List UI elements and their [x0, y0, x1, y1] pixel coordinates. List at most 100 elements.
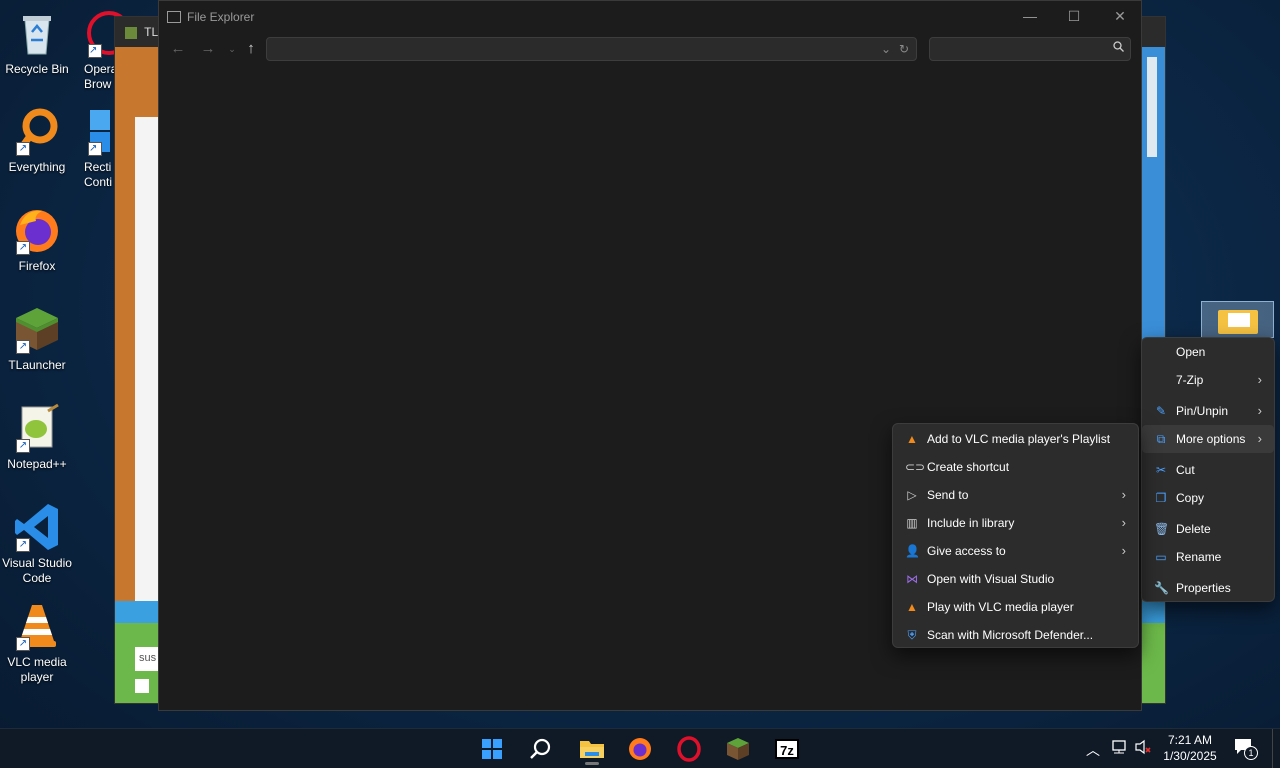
desktop-icon-vscode[interactable]: ↗ Visual Studio Code	[0, 502, 74, 586]
desktop-icon-label: Notepad++	[7, 457, 67, 471]
taskbar-7zip[interactable]: 7z	[769, 733, 805, 765]
desktop-icon-tlauncher[interactable]: ↗ TLauncher	[0, 304, 74, 373]
vlc-icon: ▲	[906, 600, 918, 614]
wrench-icon: 🔧	[1154, 581, 1169, 595]
folder-icon	[1218, 310, 1258, 334]
menu-item-pin-unpin[interactable]: ✎ Pin/Unpin ›	[1142, 397, 1274, 425]
submenu-item-open-with-visual-studio[interactable]: ⋈ Open with Visual Studio	[893, 565, 1138, 593]
menu-item-copy[interactable]: ❐ Copy	[1142, 484, 1274, 512]
recycle-bin-icon	[12, 8, 62, 58]
background-checkbox[interactable]	[135, 679, 149, 693]
search-input[interactable]	[929, 37, 1131, 61]
submenu-item-play-with-vlc[interactable]: ▲ Play with VLC media player	[893, 593, 1138, 621]
desktop-icon-vlc[interactable]: ↗ VLC media player	[0, 601, 74, 685]
vlc-icon: ▲	[906, 432, 918, 446]
shortcut-arrow-icon: ↗	[88, 142, 102, 156]
taskbar-firefox[interactable]	[622, 733, 658, 765]
menu-item-label: Open	[1176, 345, 1206, 359]
chevron-right-icon: ›	[1257, 431, 1262, 446]
submenu-item-include-in-library[interactable]: ▥ Include in library ›	[893, 509, 1138, 537]
menu-item-label: Play with VLC media player	[927, 600, 1074, 614]
menu-item-label: Create shortcut	[927, 460, 1010, 474]
menu-item-label: Delete	[1176, 522, 1211, 536]
menu-item-label: Scan with Microsoft Defender...	[927, 628, 1094, 642]
address-chevron-down-icon[interactable]: ⌄	[878, 40, 894, 58]
vlc-icon: ↗	[12, 601, 62, 651]
selected-file-thumbnail[interactable]	[1201, 301, 1274, 338]
menu-item-label: Pin/Unpin	[1176, 404, 1229, 418]
notification-count-badge: 1	[1244, 746, 1258, 760]
more-options-submenu: ▲ Add to VLC media player's Playlist ⊂⊃ …	[892, 423, 1139, 648]
menu-item-label: Include in library	[927, 516, 1015, 530]
system-clock[interactable]: 7:21 AM 1/30/2025	[1150, 732, 1230, 764]
shortcut-arrow-icon: ↗	[16, 538, 30, 552]
shortcut-arrow-icon: ↗	[16, 142, 30, 156]
taskbar-opera[interactable]	[671, 733, 707, 765]
shortcut-arrow-icon: ↗	[16, 637, 30, 651]
search-icon	[530, 738, 551, 759]
chevron-right-icon: ›	[1257, 372, 1262, 387]
tlauncher-small-icon	[125, 26, 137, 39]
show-desktop-button[interactable]	[1272, 729, 1280, 768]
menu-item-label: Copy	[1176, 491, 1205, 505]
desktop-icon-recycle-bin[interactable]: Recycle Bin	[0, 8, 74, 77]
up-arrow-icon[interactable]: ↑	[240, 38, 262, 60]
opera-icon	[677, 736, 701, 762]
desktop-icon-firefox[interactable]: ↗ Firefox	[0, 205, 74, 274]
notification-center-button[interactable]: 1	[1234, 738, 1258, 768]
share-user-icon: 👤	[905, 544, 920, 558]
close-button[interactable]: ✕	[1097, 5, 1143, 27]
send-icon: ▷	[907, 488, 917, 502]
taskbar-tlauncher[interactable]	[720, 733, 756, 765]
start-button[interactable]	[474, 733, 510, 765]
network-icon[interactable]	[1110, 739, 1128, 768]
desktop-icon-label: Visual Studio Code	[2, 556, 72, 585]
forward-arrow-icon[interactable]: →	[197, 38, 219, 60]
grass-block-icon: ↗	[12, 304, 62, 354]
desktop-icon-label: Firefox	[18, 259, 56, 273]
copy-icon: ❐	[1155, 491, 1167, 505]
background-window-title: TL	[144, 25, 159, 39]
address-bar[interactable]: ⌄ ↻	[266, 37, 917, 61]
minimize-button[interactable]: —	[1007, 5, 1053, 27]
menu-item-label: Cut	[1176, 463, 1195, 477]
more-options-icon: ⧉	[1156, 432, 1166, 446]
visual-studio-icon: ⋈	[906, 572, 918, 586]
desktop-icon-notepad-plus-plus[interactable]: ↗ Notepad++	[0, 403, 74, 472]
search-icon	[1113, 41, 1124, 55]
rename-icon: ▭	[1155, 550, 1167, 564]
explorer-titlebar[interactable]: File Explorer	[159, 1, 1141, 32]
show-hidden-icons-chevron-up-icon[interactable]: ︿	[1086, 740, 1100, 768]
taskbar-file-explorer[interactable]	[574, 733, 610, 765]
maximize-button[interactable]: ☐	[1051, 5, 1097, 27]
menu-item-label: Open with Visual Studio	[927, 572, 1055, 586]
shortcut-arrow-icon: ↗	[16, 340, 30, 354]
shortcut-arrow-icon: ↗	[16, 439, 30, 453]
desktop-icon-label: TLauncher	[8, 358, 66, 372]
refresh-icon[interactable]: ↻	[896, 40, 912, 58]
7zip-icon-label: 7z	[780, 743, 794, 758]
menu-item-more-options[interactable]: ⧉ More options ›	[1142, 425, 1274, 453]
desktop-icon-everything[interactable]: ↗ Everything	[0, 106, 74, 175]
menu-item-label: Add to VLC media player's Playlist	[927, 432, 1111, 446]
menu-item-delete[interactable]: 🗑 Delete	[1142, 515, 1274, 543]
background-scrollbar-thumb[interactable]	[1147, 57, 1157, 157]
menu-item-properties[interactable]: 🔧 Properties	[1142, 574, 1274, 602]
submenu-item-scan-with-defender[interactable]: ⛨ Scan with Microsoft Defender...	[893, 621, 1138, 649]
context-menu: Open 7-Zip › ✎ Pin/Unpin › ⧉ More option…	[1141, 337, 1275, 602]
desktop-icon-label: Everything	[8, 160, 66, 174]
vscode-icon: ↗	[12, 502, 62, 552]
submenu-item-give-access-to[interactable]: 👤 Give access to ›	[893, 537, 1138, 565]
menu-item-open[interactable]: Open	[1142, 338, 1274, 366]
pin-icon: ✎	[1155, 404, 1167, 418]
menu-item-label: Send to	[927, 488, 969, 502]
menu-item-7zip[interactable]: 7-Zip ›	[1142, 366, 1274, 394]
taskbar-search-button[interactable]	[523, 733, 559, 765]
menu-item-rename[interactable]: ▭ Rename	[1142, 543, 1274, 571]
submenu-item-send-to[interactable]: ▷ Send to ›	[893, 481, 1138, 509]
submenu-item-create-shortcut[interactable]: ⊂⊃ Create shortcut	[893, 453, 1138, 481]
submenu-item-add-to-vlc-playlist[interactable]: ▲ Add to VLC media player's Playlist	[893, 425, 1138, 453]
menu-item-cut[interactable]: ✂ Cut	[1142, 456, 1274, 484]
windows-logo-icon	[482, 739, 502, 759]
back-arrow-icon[interactable]: ←	[167, 38, 189, 60]
